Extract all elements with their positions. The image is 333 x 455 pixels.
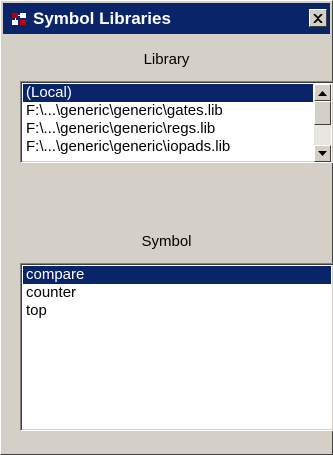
scroll-down-button[interactable]	[314, 145, 331, 162]
symbol-list-item[interactable]: compare	[23, 266, 331, 284]
symbol-list-item[interactable]: top	[23, 302, 331, 320]
scroll-up-arrow-icon	[318, 90, 327, 96]
symbol-label: Symbol	[141, 233, 192, 250]
library-listbox[interactable]: (Local) F:\...\generic\generic\gates.lib F…	[20, 81, 333, 163]
scroll-up-button[interactable]	[314, 84, 331, 101]
symbol-libraries-window: Symbol Libraries Library (Local) F:\...\g…	[0, 0, 333, 455]
library-list-item[interactable]: F:\...\generic\generic\regs.lib	[23, 120, 313, 138]
symbol-listbox[interactable]: compare counter top	[20, 263, 333, 431]
library-label: Library	[143, 51, 190, 68]
close-icon	[313, 13, 323, 23]
scroll-down-arrow-icon	[318, 150, 327, 156]
symbol-libraries-icon	[11, 11, 27, 27]
close-button[interactable]	[309, 9, 327, 27]
library-list-item[interactable]: F:\...\generic\generic\iopads.lib	[23, 138, 313, 156]
window-title: Symbol Libraries	[33, 9, 171, 28]
scrollbar-thumb[interactable]	[314, 101, 331, 125]
library-list-item[interactable]: (Local)	[23, 84, 313, 102]
library-list-item[interactable]: F:\...\generic\generic\gates.lib	[23, 102, 313, 120]
symbol-list-item[interactable]: counter	[23, 284, 331, 302]
title-bar[interactable]: Symbol Libraries	[3, 3, 330, 34]
library-scrollbar[interactable]	[314, 84, 331, 162]
